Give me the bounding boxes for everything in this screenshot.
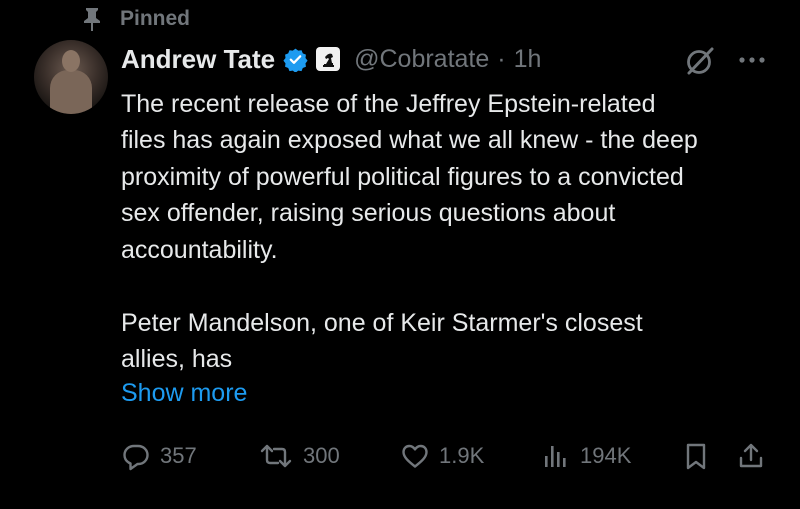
author-handle[interactable]: @Cobratate	[354, 45, 489, 74]
share-icon	[736, 441, 766, 471]
tweet-paragraph-2: Peter Mandelson, one of Keir Starmer's c…	[121, 309, 643, 374]
pinned-label: Pinned	[120, 7, 191, 30]
avatar[interactable]	[34, 40, 108, 114]
like-button[interactable]: 1.9K	[400, 436, 484, 476]
repost-icon	[258, 441, 294, 471]
bookmark-button[interactable]	[682, 436, 710, 476]
views-chart-icon	[541, 441, 571, 471]
tweet-paragraph-1: The recent release of the Jeffrey Epstei…	[121, 90, 698, 264]
separator-dot: ·	[497, 44, 506, 73]
repost-button[interactable]: 300	[258, 436, 340, 476]
pin-icon	[78, 5, 106, 33]
views-button[interactable]: 194K	[541, 436, 631, 476]
show-more-link[interactable]: Show more	[121, 379, 247, 408]
reply-icon	[121, 441, 151, 471]
tweet-header: Andrew Tate @Cobratate · 1h	[121, 40, 541, 78]
share-button[interactable]	[736, 436, 766, 476]
heart-icon	[400, 441, 430, 471]
repost-count: 300	[303, 443, 340, 468]
pinned-indicator: Pinned	[78, 4, 190, 34]
reply-button[interactable]: 357	[121, 436, 197, 476]
reply-count: 357	[160, 443, 197, 468]
grok-icon[interactable]	[683, 44, 717, 78]
tweet-text: The recent release of the Jeffrey Epstei…	[121, 86, 786, 378]
author-name[interactable]: Andrew Tate	[121, 44, 275, 75]
bookmark-icon	[682, 441, 710, 471]
timestamp[interactable]: 1h	[514, 45, 542, 74]
affiliation-badge-icon[interactable]	[316, 47, 341, 71]
verified-badge-icon[interactable]	[283, 47, 308, 73]
tweet-actions-bar: 357 300 1.9K 194K	[0, 436, 800, 476]
like-count: 1.9K	[439, 443, 485, 468]
views-count: 194K	[580, 443, 632, 468]
more-options-icon[interactable]	[736, 46, 768, 74]
